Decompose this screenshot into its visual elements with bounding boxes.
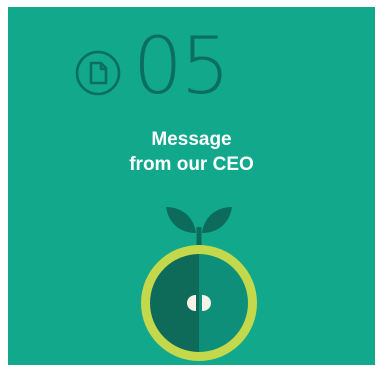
leaf-right	[202, 207, 232, 233]
document-icon	[75, 50, 121, 96]
section-title-line-1: Message	[151, 129, 232, 150]
page: 05 Message from our CEO	[0, 0, 381, 366]
section-divider-panel: 05 Message from our CEO	[8, 7, 375, 365]
section-number: 05	[133, 22, 230, 112]
apple-illustration	[141, 207, 257, 361]
section-title-line-2: from our CEO	[129, 154, 254, 175]
leaf-left	[166, 207, 196, 233]
section-title: Message from our CEO	[8, 127, 375, 177]
